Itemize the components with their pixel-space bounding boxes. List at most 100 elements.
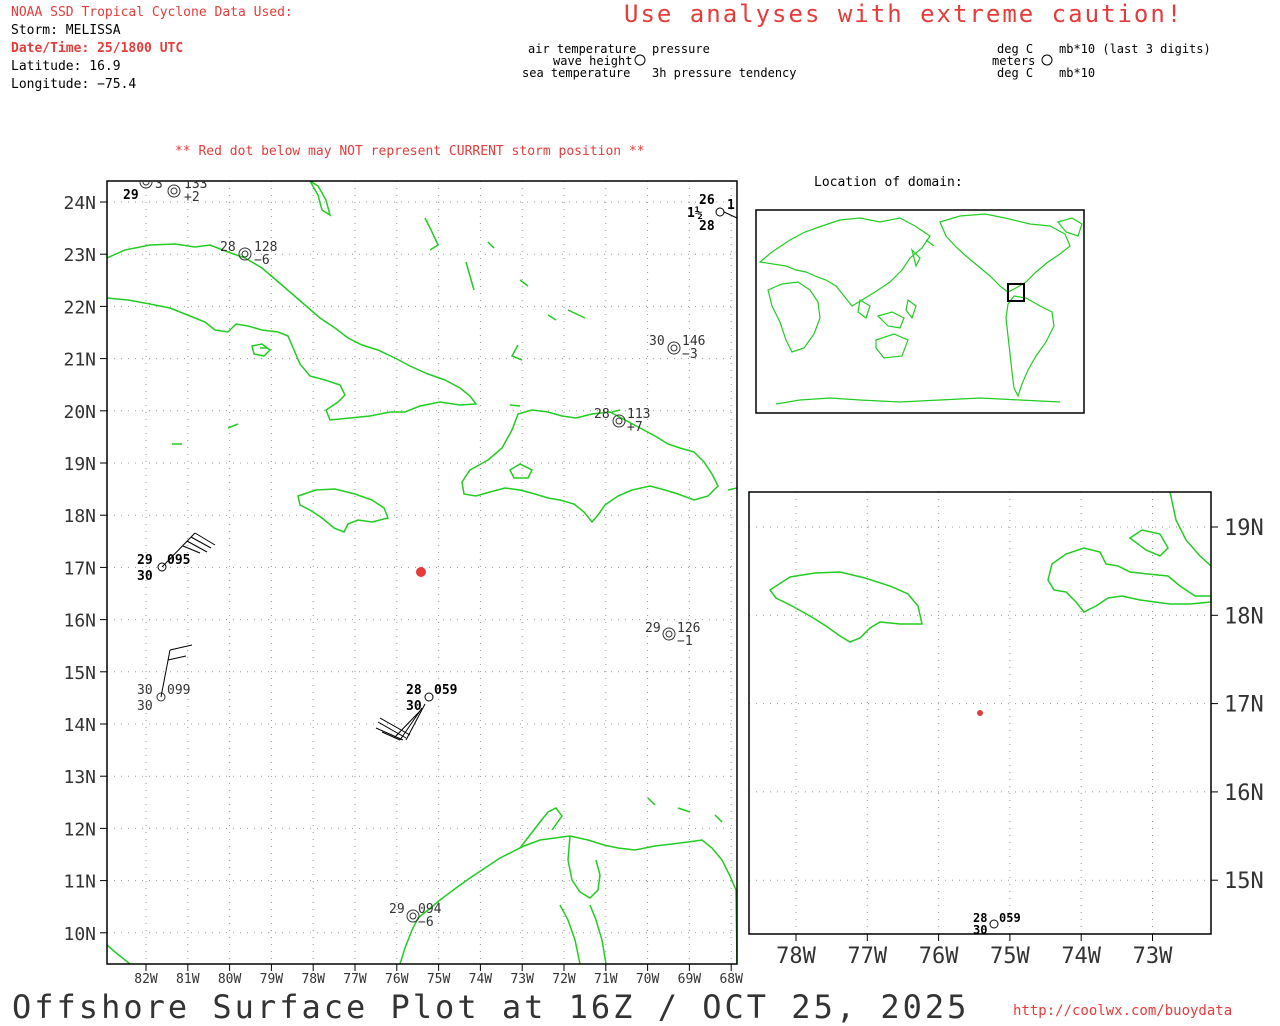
latitude-label: 10N: [63, 924, 96, 945]
latitude-label: 21N: [63, 350, 96, 371]
station-air-temp: 28: [594, 407, 610, 422]
latitude-label: 12N: [63, 819, 96, 840]
latitude-label: 17N: [1224, 693, 1264, 718]
latitude-label: 11N: [63, 872, 96, 893]
station-pressure: 099: [167, 683, 190, 698]
station-plot[interactable]: 29 126 −1: [645, 621, 700, 649]
cuba-coastline: [107, 243, 478, 421]
main-map-latitude-labels: 24N 23N 22N 21N 20N 19N 18N 17N 16N 15N 14N 13N 12N 1…: [63, 193, 107, 945]
longitude-label: 81W: [176, 972, 200, 987]
longitude-label: 77W: [847, 944, 887, 969]
latitude-label: 18N: [1224, 604, 1264, 629]
station-sea-temp: 29: [123, 188, 139, 203]
longitude-label: 72W: [552, 972, 576, 987]
longitude-label: 75W: [990, 944, 1030, 969]
longitude-label: 78W: [776, 944, 816, 969]
maracaibo-coastline: [559, 835, 607, 964]
station-air-temp: 3: [155, 177, 163, 192]
zoom-map-coastlines: [768, 492, 1211, 643]
station-pressure: 1: [727, 198, 735, 213]
station-plots: 29 095 30 30 099 30 28 059 30 29 094 −6: [123, 177, 738, 930]
station-plot[interactable]: 28 128 −6: [220, 240, 277, 268]
storm-position-marker[interactable]: [416, 567, 426, 577]
longitude-label: 82W: [134, 972, 158, 987]
station-plot[interactable]: 29 095 30: [137, 532, 216, 584]
latitude-label: 14N: [63, 715, 96, 736]
station-air-temp: 30: [649, 334, 665, 349]
latitude-label: 16N: [1224, 781, 1264, 806]
plot-title: Offshore Surface Plot at 16Z / OCT 25, 2…: [12, 988, 970, 1026]
longitude-label: 70W: [636, 972, 660, 987]
station-air-temp: 30: [137, 683, 153, 698]
latitude-label: 22N: [63, 297, 96, 318]
station-air-temp: 28: [220, 240, 236, 255]
hispaniola-peninsula-coastline: [509, 463, 534, 479]
station-air-temp: 29: [389, 902, 405, 917]
station-plot[interactable]: 26 1 1½ 28: [687, 193, 738, 234]
jamaica-coastline: [768, 571, 923, 643]
latitude-label: 23N: [63, 245, 96, 266]
longitude-label: 76W: [385, 972, 409, 987]
main-map: 24N 23N 22N 21N 20N 19N 18N 17N 16N 15N 14N 13N 12N 1…: [63, 175, 1264, 987]
longitude-label: 71W: [594, 972, 618, 987]
station-tendency: −6: [254, 253, 270, 268]
station-tendency: −3: [682, 347, 698, 362]
station-pressure: 095: [167, 553, 190, 568]
station-sea-temp: 30: [137, 699, 153, 714]
longitude-label: 76W: [919, 944, 959, 969]
station-air-temp: 28: [406, 683, 422, 698]
longitude-label: 74W: [1061, 944, 1101, 969]
latitude-label: 18N: [63, 506, 96, 527]
longitude-label: 74W: [469, 972, 493, 987]
station-plot[interactable]: 28 113 +7: [594, 407, 650, 435]
abc-islands-coastline: [647, 797, 723, 823]
longitude-label: 80W: [218, 972, 242, 987]
longitude-label: 68W: [719, 972, 743, 987]
station-air-temp: 29: [137, 553, 153, 568]
longitude-label: 69W: [678, 972, 702, 987]
cayman-coastline: [172, 347, 268, 445]
station-tendency: +7: [627, 420, 643, 435]
latitude-label: 16N: [63, 611, 96, 632]
jamaica-coastline: [297, 488, 390, 533]
latitude-label: 13N: [63, 767, 96, 788]
station-plot[interactable]: 30 099 30: [137, 644, 193, 714]
inset-title: Location of domain:: [814, 175, 963, 190]
longitude-label: 75W: [427, 972, 451, 987]
latitude-label: 20N: [63, 402, 96, 423]
station-plot[interactable]: 28 059 30: [375, 683, 457, 741]
latitude-label: 15N: [63, 663, 96, 684]
zoom-map-latitude-labels: 19N 18N 17N 16N 15N: [1211, 516, 1264, 894]
longitude-label: 79W: [260, 972, 284, 987]
latitude-label: 24N: [63, 193, 96, 214]
longitude-label: 73W: [1133, 944, 1173, 969]
zoom-map-longitude-labels: 78W 77W 76W 75W 74W 73W: [776, 934, 1173, 969]
longitude-label: 77W: [343, 972, 367, 987]
world-inset-frame: [755, 209, 1085, 414]
latitude-label: 15N: [1224, 869, 1264, 894]
latitude-label: 19N: [1224, 516, 1264, 541]
isle-of-youth-coastline: [251, 343, 272, 357]
station-sea-temp: 30: [973, 923, 987, 937]
station-tendency: +2: [184, 190, 200, 205]
station-pressure: 059: [434, 683, 457, 698]
station-sea-temp: 28: [699, 219, 715, 234]
zoom-station-plot[interactable]: 28 059 30: [973, 911, 1021, 937]
longitude-label: 73W: [510, 972, 534, 987]
panama-coastline: [107, 944, 131, 964]
station-plot[interactable]: 30 146 −3: [649, 334, 705, 362]
station-air-temp: 29: [645, 621, 661, 636]
hispaniola-coastline: [461, 409, 719, 524]
station-sea-temp: 30: [137, 569, 153, 584]
station-tendency: −6: [418, 915, 434, 930]
longitude-label: 78W: [301, 972, 325, 987]
hispaniola-coastline: [1047, 547, 1211, 613]
puerto-rico-coastline: [727, 487, 737, 491]
source-url-link[interactable]: http://coolwx.com/buoydata: [1013, 1003, 1232, 1019]
zoom-storm-position-marker[interactable]: [977, 710, 983, 716]
latitude-label: 17N: [63, 558, 96, 579]
main-map-longitude-labels: 82W 81W 80W 79W 78W 77W 76W 75W 74W 73W 72W 71W 70W 6…: [134, 964, 743, 987]
station-pressure: 059: [999, 911, 1021, 925]
hispaniola-north-coastline: [1128, 492, 1211, 567]
station-plot[interactable]: 29 094 −6: [389, 902, 442, 930]
